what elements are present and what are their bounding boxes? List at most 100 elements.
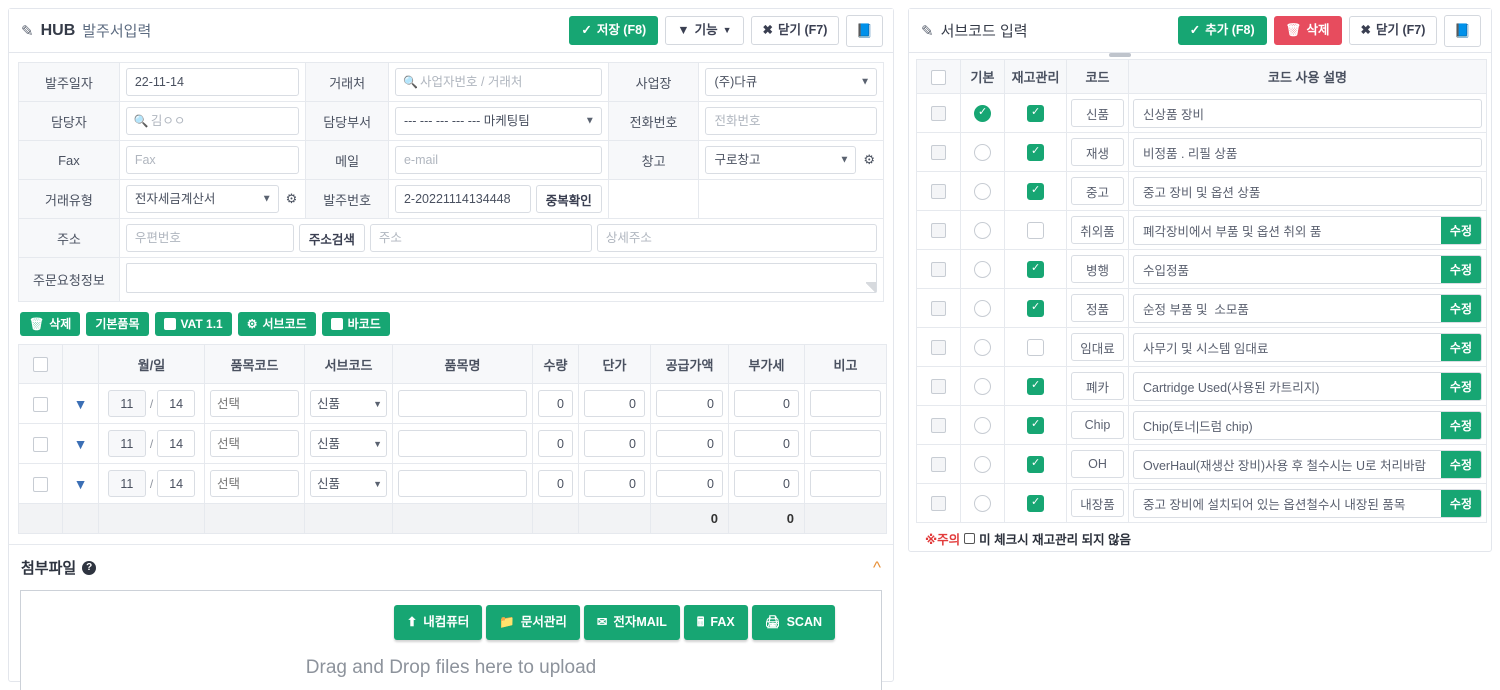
close-button[interactable]: ✖ 닫기 (F7) <box>750 16 840 45</box>
address-detail-input[interactable] <box>596 224 877 252</box>
row-checkbox[interactable] <box>931 496 946 512</box>
row-month-input[interactable] <box>107 470 146 497</box>
row-note-input[interactable] <box>810 390 881 417</box>
row-vat-input[interactable] <box>734 430 799 457</box>
download-circle-icon[interactable]: ▼ <box>74 396 88 412</box>
function-button[interactable]: ▼ 기능 ▼ <box>665 16 744 45</box>
row-qty-input[interactable] <box>538 390 573 417</box>
subcode-close-button[interactable]: ✖ 닫기 (F7) <box>1348 16 1438 45</box>
stock-checkbox[interactable] <box>1027 260 1044 278</box>
row-note-input[interactable] <box>810 470 881 497</box>
code-input[interactable] <box>1071 255 1124 283</box>
zipcode-input[interactable] <box>125 224 294 252</box>
stock-checkbox[interactable] <box>1027 494 1044 512</box>
desc-input[interactable] <box>1134 372 1441 400</box>
edit-button[interactable]: 수정 <box>1440 489 1481 517</box>
save-button[interactable]: ✓ 저장 (F8) <box>569 16 659 45</box>
site-select[interactable]: (주)다큐 <box>705 68 877 96</box>
download-circle-icon[interactable]: ▼ <box>74 476 88 492</box>
order-request-textarea[interactable] <box>125 263 877 293</box>
row-checkbox[interactable] <box>931 418 946 434</box>
phone-input[interactable] <box>705 107 877 135</box>
row-checkbox[interactable] <box>931 340 946 356</box>
row-itemname-input[interactable] <box>398 430 527 457</box>
base-radio[interactable] <box>974 143 991 161</box>
row-checkbox[interactable] <box>931 145 946 161</box>
base-radio[interactable] <box>974 182 991 200</box>
row-checkbox[interactable] <box>33 476 48 492</box>
code-input[interactable] <box>1071 489 1124 517</box>
upload-my-computer-button[interactable]: ⬆ 내컴퓨터 <box>393 605 483 640</box>
base-radio[interactable] <box>974 299 991 317</box>
row-checkbox[interactable] <box>931 106 946 122</box>
desc-input[interactable] <box>1134 255 1441 283</box>
row-checkbox[interactable] <box>33 396 48 412</box>
trade-type-select[interactable]: 전자세금계산서 <box>125 185 279 213</box>
desc-input[interactable] <box>1134 450 1441 478</box>
code-input[interactable] <box>1071 216 1124 244</box>
code-input[interactable] <box>1071 450 1124 478</box>
row-checkbox[interactable] <box>931 184 946 200</box>
row-note-input[interactable] <box>810 430 881 457</box>
desc-input[interactable] <box>1134 216 1441 244</box>
stock-checkbox[interactable] <box>1027 299 1044 317</box>
book-icon-button[interactable]: 📘 <box>1444 14 1481 47</box>
base-radio[interactable] <box>974 260 991 278</box>
code-input[interactable] <box>1071 99 1124 127</box>
code-input[interactable] <box>1071 138 1124 166</box>
row-checkbox[interactable] <box>931 301 946 317</box>
select-all-checkbox[interactable] <box>33 357 48 373</box>
dept-select[interactable]: --- --- --- --- --- 마케팅팀 <box>394 107 602 135</box>
base-radio[interactable] <box>974 104 991 122</box>
edit-button[interactable]: 수정 <box>1440 372 1481 400</box>
code-input[interactable] <box>1071 372 1124 400</box>
edit-button[interactable]: 수정 <box>1440 411 1481 439</box>
row-qty-input[interactable] <box>538 470 573 497</box>
row-supply-input[interactable] <box>656 470 723 497</box>
row-checkbox[interactable] <box>931 223 946 239</box>
desc-input[interactable] <box>1134 177 1481 205</box>
address-input[interactable] <box>369 224 592 252</box>
code-input[interactable] <box>1071 333 1124 361</box>
row-subcode-select[interactable]: 신품 <box>310 390 387 417</box>
stock-checkbox[interactable] <box>1027 338 1044 356</box>
desc-input[interactable] <box>1134 411 1441 439</box>
row-itemname-input[interactable] <box>398 470 527 497</box>
gear-icon[interactable]: ⚙ <box>861 152 877 168</box>
row-vat-input[interactable] <box>734 390 799 417</box>
code-input[interactable] <box>1071 411 1124 439</box>
barcode-toggle-button[interactable]: 바코드 <box>321 312 390 336</box>
stock-checkbox[interactable] <box>1027 221 1044 239</box>
order-date-input[interactable] <box>125 68 300 96</box>
code-input[interactable] <box>1071 177 1124 205</box>
stock-checkbox[interactable] <box>1027 182 1044 200</box>
row-price-input[interactable] <box>584 430 645 457</box>
subcode-button[interactable]: ⚙ 서브코드 <box>237 312 316 336</box>
stock-checkbox[interactable] <box>1027 377 1044 395</box>
vat-toggle-button[interactable]: VAT 1.1 <box>154 312 232 336</box>
items-delete-button[interactable]: 🗑 삭제 <box>20 312 81 336</box>
manager-input[interactable] <box>125 107 300 135</box>
row-month-input[interactable] <box>107 430 146 457</box>
row-day-input[interactable] <box>157 430 196 457</box>
base-radio[interactable] <box>974 455 991 473</box>
download-circle-icon[interactable]: ▼ <box>74 436 88 452</box>
edit-button[interactable]: 수정 <box>1440 450 1481 478</box>
stock-checkbox[interactable] <box>1027 143 1044 161</box>
base-radio[interactable] <box>974 377 991 395</box>
desc-input[interactable] <box>1134 99 1481 127</box>
select-all-checkbox[interactable] <box>931 69 946 85</box>
row-month-input[interactable] <box>107 390 146 417</box>
row-checkbox[interactable] <box>931 262 946 278</box>
desc-input[interactable] <box>1134 489 1441 517</box>
row-price-input[interactable] <box>584 390 645 417</box>
stock-checkbox[interactable] <box>1027 455 1044 473</box>
book-icon-button[interactable]: 📘 <box>846 14 883 47</box>
caret-up-icon[interactable]: ^ <box>873 558 881 578</box>
edit-button[interactable]: 수정 <box>1440 255 1481 283</box>
duplicate-check-button[interactable]: 중복확인 <box>535 185 602 213</box>
upload-doc-manage-button[interactable]: 📁 문서관리 <box>486 605 580 640</box>
question-icon[interactable]: ? <box>82 560 97 575</box>
edit-button[interactable]: 수정 <box>1440 216 1481 244</box>
base-radio[interactable] <box>974 221 991 239</box>
